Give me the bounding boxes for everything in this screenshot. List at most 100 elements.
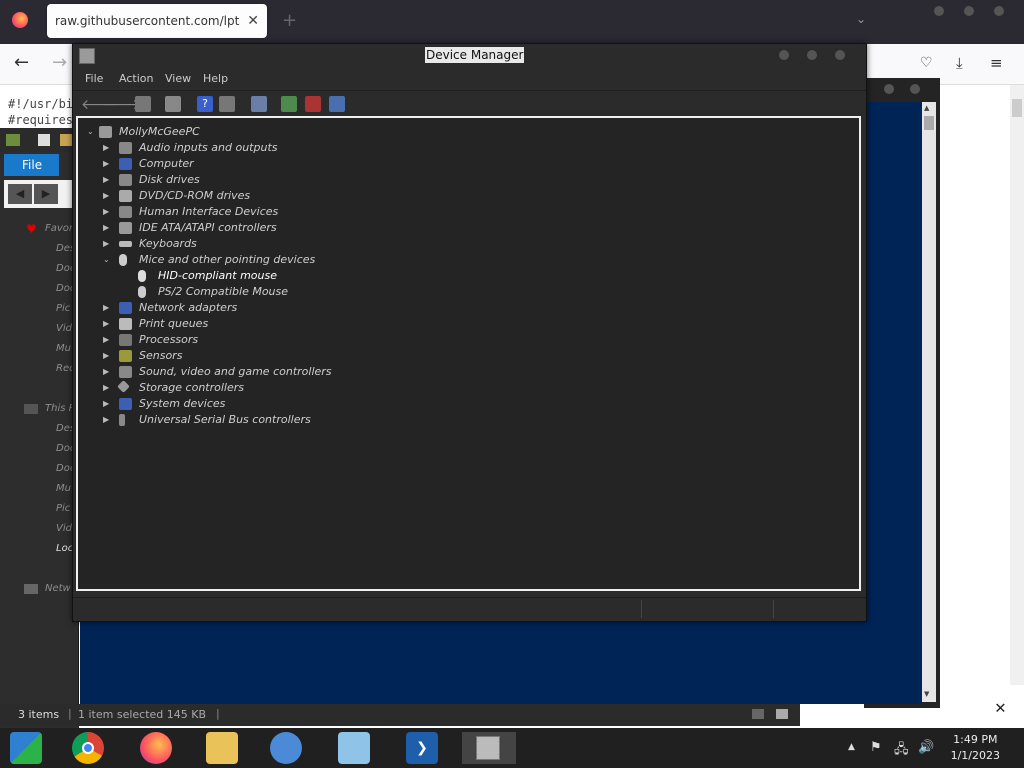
firefox-icon[interactable]: [12, 12, 28, 28]
details-view-icon[interactable]: [752, 709, 764, 719]
show-hide-console-tree-icon[interactable]: [135, 96, 151, 112]
expand-arrow-icon[interactable]: ▶: [103, 380, 109, 396]
expand-arrow-icon[interactable]: ▶: [103, 172, 109, 188]
forward-arrow-icon[interactable]: →: [52, 52, 67, 73]
menu-file[interactable]: File: [85, 72, 103, 85]
expand-arrow-icon[interactable]: ▶: [103, 396, 109, 412]
tree-node-print-queues[interactable]: ▶ Print queues: [103, 316, 208, 332]
expand-arrow-icon[interactable]: ▶: [103, 412, 109, 428]
scan-hardware-icon[interactable]: [251, 96, 267, 112]
pocket-icon[interactable]: ♡: [920, 55, 933, 71]
tree-node-ide[interactable]: ▶ IDE ATA/ATAPI controllers: [103, 220, 277, 236]
expand-arrow-icon[interactable]: ▶: [103, 348, 109, 364]
add-legacy-hardware-icon[interactable]: [329, 96, 345, 112]
back-arrow-icon[interactable]: ◀: [8, 184, 32, 204]
window-maximize-button[interactable]: [910, 84, 920, 94]
tab-list-chevron-icon[interactable]: ⌄: [856, 12, 866, 26]
show-hidden-icons-chevron-icon[interactable]: ▲: [848, 742, 855, 752]
back-arrow-icon[interactable]: ←: [14, 52, 29, 73]
tab-close-icon[interactable]: ✕: [247, 4, 259, 38]
expand-arrow-icon[interactable]: ▶: [103, 156, 109, 172]
tree-node-system[interactable]: ▶ System devices: [103, 396, 225, 412]
scrollbar-thumb[interactable]: [924, 116, 934, 130]
large-icons-view-icon[interactable]: [776, 709, 788, 719]
expand-arrow-icon[interactable]: ▶: [103, 316, 109, 332]
properties-icon[interactable]: [38, 134, 50, 146]
tree-node-sensors[interactable]: ▶ Sensors: [103, 348, 182, 364]
volume-icon[interactable]: 🔊: [918, 740, 934, 755]
device-tree[interactable]: ⌄ MollyMcGeePC ▶ Audio inputs and outputs…: [76, 116, 861, 591]
menu-help[interactable]: Help: [203, 72, 228, 85]
expand-arrow-icon[interactable]: ▶: [103, 220, 109, 236]
firefox-icon[interactable]: [140, 732, 172, 764]
expand-arrow-icon[interactable]: ▶: [103, 300, 109, 316]
new-folder-icon[interactable]: [60, 134, 72, 146]
tree-node-audio[interactable]: ▶ Audio inputs and outputs: [103, 140, 278, 156]
tree-node-disk-drives[interactable]: ▶ Disk drives: [103, 172, 200, 188]
tree-node-label: HID-compliant mouse: [158, 269, 277, 282]
window-maximize-button[interactable]: [807, 50, 817, 60]
device-manager-taskbar-button[interactable]: [462, 732, 516, 764]
update-driver-icon[interactable]: [281, 96, 297, 112]
window-close-button[interactable]: [994, 6, 1004, 16]
scroll-up-arrow-icon[interactable]: ▲: [924, 104, 929, 112]
system-clock[interactable]: 1:49 PM 1/1/2023: [951, 732, 1000, 764]
tree-node-storage[interactable]: ▶ Storage controllers: [103, 380, 244, 396]
start-button-icon[interactable]: [10, 732, 42, 764]
file-explorer-icon[interactable]: [206, 732, 238, 764]
menu-action[interactable]: Action: [119, 72, 153, 85]
tree-node-processors[interactable]: ▶ Processors: [103, 332, 198, 348]
action-pane-icon[interactable]: [219, 96, 235, 112]
properties-icon[interactable]: [165, 96, 181, 112]
expand-arrow-icon[interactable]: ▶: [103, 188, 109, 204]
expand-arrow-icon[interactable]: ▶: [103, 140, 109, 156]
tree-node-hid[interactable]: ▶ Human Interface Devices: [103, 204, 278, 220]
close-icon[interactable]: ✕: [995, 697, 1006, 718]
tree-node-hid-mouse[interactable]: HID-compliant mouse: [138, 268, 277, 284]
tree-node-network[interactable]: ▶ Network adapters: [103, 300, 237, 316]
forward-arrow-icon[interactable]: ▶: [34, 184, 58, 204]
browser-tab[interactable]: raw.githubusercontent.com/lptstr/w ✕: [47, 4, 267, 38]
console-area[interactable]: [864, 102, 922, 702]
tree-node-mice[interactable]: ⌄ Mice and other pointing devices: [103, 252, 315, 268]
window-minimize-button[interactable]: [934, 6, 944, 16]
tree-root[interactable]: ⌄ MollyMcGeePC: [87, 124, 200, 140]
flag-icon[interactable]: ⚑: [870, 740, 882, 755]
window-minimize-button[interactable]: [779, 50, 789, 60]
forward-arrow-icon[interactable]: 🡒: [103, 96, 141, 113]
back-arrow-icon[interactable]: 🡐: [81, 96, 119, 113]
menu-view[interactable]: View: [165, 72, 191, 85]
scroll-down-arrow-icon[interactable]: ▼: [924, 690, 929, 698]
expand-arrow-icon[interactable]: ▶: [103, 236, 109, 252]
console-scrollbar[interactable]: ▲ ▼: [922, 102, 936, 702]
tree-node-sound[interactable]: ▶ Sound, video and game controllers: [103, 364, 332, 380]
window-minimize-button[interactable]: [884, 84, 894, 94]
file-tab[interactable]: File: [4, 154, 59, 176]
download-icon[interactable]: ⤓: [956, 54, 963, 72]
menu-hamburger-icon[interactable]: ≡: [990, 54, 1003, 72]
tree-node-dvd[interactable]: ▶ DVD/CD-ROM drives: [103, 188, 250, 204]
expand-arrow-icon[interactable]: ▶: [103, 332, 109, 348]
collapse-chevron-icon[interactable]: ⌄: [103, 252, 110, 268]
network-icon[interactable]: 🖧: [894, 740, 909, 762]
collapse-chevron-icon[interactable]: ⌄: [87, 124, 94, 140]
new-tab-button[interactable]: +: [282, 10, 297, 31]
users-icon[interactable]: [270, 732, 302, 764]
expand-arrow-icon[interactable]: ▶: [103, 204, 109, 220]
help-icon[interactable]: ?: [197, 96, 213, 112]
scrollbar-thumb[interactable]: [1012, 99, 1022, 117]
window-close-button[interactable]: [835, 50, 845, 60]
tree-node-computer[interactable]: ▶ Computer: [103, 156, 194, 172]
page-scrollbar[interactable]: [1010, 85, 1024, 685]
uninstall-device-icon[interactable]: [305, 96, 321, 112]
console-area-lower[interactable]: [80, 620, 922, 704]
notepad-icon[interactable]: [338, 732, 370, 764]
tree-node-keyboards[interactable]: ▶ Keyboards: [103, 236, 197, 252]
expand-arrow-icon[interactable]: ▶: [103, 364, 109, 380]
tree-node-usb[interactable]: ▶ Universal Serial Bus controllers: [103, 412, 311, 428]
chrome-icon[interactable]: [72, 732, 104, 764]
window-maximize-button[interactable]: [964, 6, 974, 16]
back-forward-buttons[interactable]: ◀ ▶: [4, 180, 72, 208]
powershell-icon[interactable]: ❯: [406, 732, 438, 764]
tree-node-ps2-mouse[interactable]: PS/2 Compatible Mouse: [138, 284, 288, 300]
